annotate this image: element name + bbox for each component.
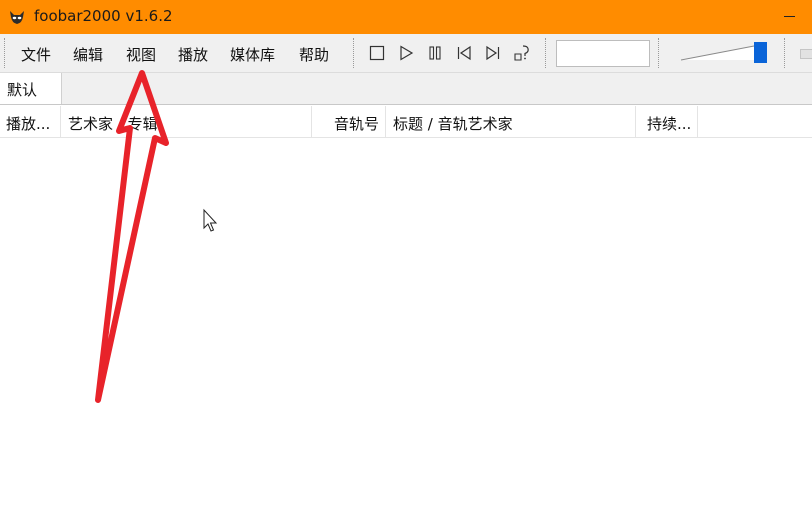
column-label: 持续... (647, 115, 692, 133)
minimize-button[interactable] (766, 0, 812, 34)
tab-default[interactable]: 默认 (0, 73, 62, 104)
playlist-header: 播放... 艺术家 / 专辑 音轨号 标题 / 音轨艺术家 持续... (0, 106, 812, 138)
column-playing[interactable]: 播放... (0, 106, 61, 137)
foobar-alien-icon (10, 11, 24, 24)
random-icon (514, 45, 529, 61)
play-button[interactable] (396, 43, 416, 63)
toolbar-grip[interactable] (658, 38, 662, 68)
column-label: 标题 / 音轨艺术家 (393, 115, 513, 133)
playlist-tabs: 默认 (0, 73, 812, 105)
column-title-artist[interactable]: 标题 / 音轨艺术家 (386, 106, 636, 137)
toolbar-grip[interactable] (784, 38, 788, 68)
toolbar-grip[interactable] (545, 38, 549, 68)
toolbar-overflow[interactable] (800, 49, 812, 59)
toolbar-grip[interactable] (4, 38, 8, 68)
volume-thumb[interactable] (754, 42, 767, 63)
toolbar-grip[interactable] (353, 38, 357, 68)
pause-icon (429, 46, 441, 60)
menu-playback[interactable]: 播放 (178, 44, 208, 65)
stop-icon (369, 45, 385, 61)
column-label: 艺术家 / 专辑 (68, 115, 158, 133)
window-title: foobar2000 v1.6.2 (34, 7, 173, 25)
column-label: 音轨号 (333, 115, 379, 133)
volume-slider[interactable] (680, 42, 770, 64)
title-bar: foobar2000 v1.6.2 (0, 0, 812, 34)
menu-view[interactable]: 视图 (126, 44, 156, 65)
next-button[interactable] (483, 43, 503, 63)
previous-button[interactable] (454, 43, 474, 63)
column-artist-album[interactable]: 艺术家 / 专辑 (61, 106, 312, 137)
column-duration[interactable]: 持续... (636, 106, 698, 137)
tab-label: 默认 (7, 81, 38, 99)
menu-file[interactable]: 文件 (21, 44, 51, 65)
play-icon (400, 45, 414, 61)
seek-bar[interactable] (556, 40, 650, 67)
column-track-number[interactable]: 音轨号 (312, 106, 386, 137)
playlist-area[interactable] (0, 138, 812, 517)
next-icon (486, 45, 500, 61)
menu-edit[interactable]: 编辑 (73, 44, 103, 65)
menu-help[interactable]: 帮助 (299, 44, 329, 65)
previous-icon (457, 45, 471, 61)
menu-library[interactable]: 媒体库 (230, 44, 275, 65)
random-button[interactable] (512, 43, 532, 63)
pause-button[interactable] (425, 43, 445, 63)
column-label: 播放... (6, 115, 51, 133)
stop-button[interactable] (367, 43, 387, 63)
